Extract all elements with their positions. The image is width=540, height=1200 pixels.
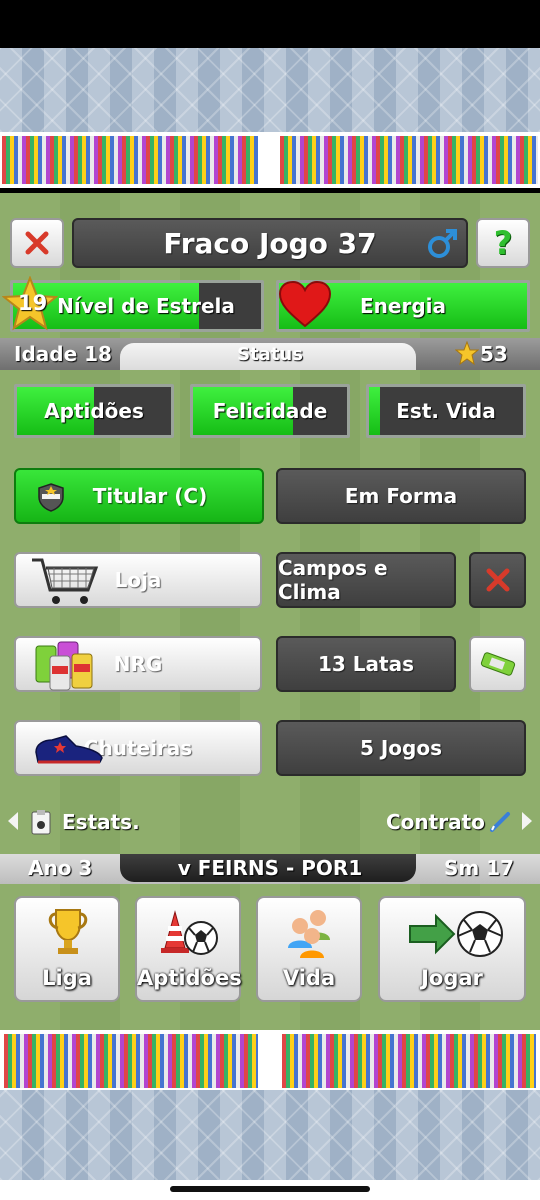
league-button[interactable]: Liga [14,896,120,1002]
cone-ball-icon [161,910,218,955]
fields-weather-button[interactable]: Campos e Clima [276,552,456,608]
shop-label: Loja [114,568,162,592]
people-icon [288,910,330,958]
skills-label: Aptidões [44,399,144,423]
shop-button[interactable]: Loja [14,552,262,608]
help-button[interactable]: ? [476,218,530,268]
stats-link[interactable]: Estats. [62,810,140,834]
star-level-number: 19 [18,291,48,315]
form-button[interactable]: Em Forma [276,468,526,524]
stadium-stands-bottom [0,1090,540,1180]
energy-drinks-icon [35,641,93,691]
money-value: 53 [480,342,508,366]
chevron-left-icon[interactable] [6,810,20,832]
money-star-icon [455,341,479,365]
drink-can-icon [480,652,515,676]
nrg-button[interactable]: NRG [14,636,262,692]
nrg-label: NRG [113,652,163,676]
player-title-bar: Fraco Jogo 37 [72,218,468,268]
shopping-cart-icon [32,558,99,604]
lifestyle-bar[interactable]: Est. Vida [366,384,526,438]
help-icon: ? [493,224,513,262]
happiness-label: Felicidade [212,399,328,423]
arrow-ball-icon [409,911,503,957]
home-indicator[interactable] [170,1186,370,1192]
close-icon [25,231,49,255]
life-label: Vida [282,966,336,990]
clipboard-icon [31,810,51,835]
skills-bar[interactable]: Aptidões [14,384,174,438]
close-button[interactable] [10,218,64,268]
stadium-stands-top [0,48,540,132]
drink-can-button[interactable] [469,636,526,692]
lifestyle-label: Est. Vida [396,399,496,423]
form-label: Em Forma [344,484,458,508]
close-icon [486,568,509,592]
contract-link[interactable]: Contrato [386,810,485,834]
week-label: Sm 17 [444,856,515,880]
league-label: Liga [42,966,92,990]
games-label: 5 Jogos [359,736,443,760]
skills-menu-label: Aptidões [137,966,242,990]
cans-count: 13 Latas [276,636,456,692]
play-button[interactable]: Jogar [378,896,526,1002]
pen-icon [490,812,510,832]
fields-weather-label: Campos e Clima [278,556,388,604]
player-title: Fraco Jogo 37 [163,226,377,260]
boots-button[interactable]: Chuteiras [14,720,262,776]
play-label: Jogar [421,966,483,990]
position-button[interactable]: Titular (C) [14,468,264,524]
trophy-icon [48,909,88,954]
crowd-bottom [0,1030,540,1092]
football-boot-icon [35,735,103,764]
cans-label: 13 Latas [318,652,414,676]
fields-close-button[interactable] [469,552,526,608]
skills-menu-button[interactable]: Aptidões [135,896,242,1002]
captain-badge-icon [38,483,64,512]
male-symbol-icon [428,229,457,258]
crowd-top [0,132,540,188]
life-button[interactable]: Vida [256,896,362,1002]
position-label: Titular (C) [92,484,208,508]
happiness-bar[interactable]: Felicidade [190,384,350,438]
heart-icon [278,280,332,328]
chevron-right-icon[interactable] [520,810,534,832]
games-count: 5 Jogos [276,720,526,776]
top-bar [0,0,540,48]
